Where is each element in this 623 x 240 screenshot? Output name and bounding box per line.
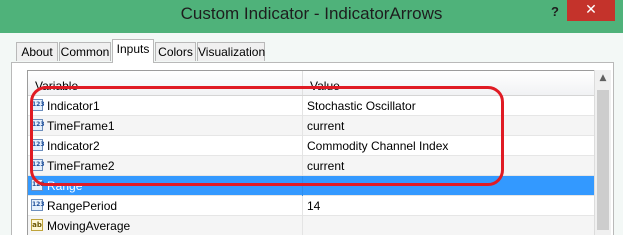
table-row[interactable]: 123 TimeFrame1 current bbox=[28, 116, 594, 136]
numeric-input-icon: 123 bbox=[31, 119, 45, 131]
scroll-up-icon[interactable]: ▲ bbox=[595, 70, 611, 87]
vertical-scrollbar[interactable]: ▲ bbox=[594, 70, 611, 235]
help-button[interactable]: ? bbox=[548, 4, 562, 20]
tab-inputs[interactable]: Inputs bbox=[112, 39, 154, 63]
numeric-input-icon: 123 bbox=[31, 179, 45, 191]
text-input-icon: ab bbox=[31, 219, 43, 231]
cell-divider bbox=[302, 216, 303, 235]
cell-divider bbox=[302, 196, 303, 216]
numeric-input-icon: 123 bbox=[31, 199, 45, 211]
numeric-input-icon: 123 bbox=[31, 99, 45, 111]
grid-header: Variable Value bbox=[28, 71, 594, 96]
tab-colors[interactable]: Colors bbox=[155, 42, 196, 61]
table-row[interactable]: 123 Indicator1 Stochastic Oscillator bbox=[28, 96, 594, 116]
cell-divider bbox=[302, 156, 303, 176]
inputs-grid: Variable Value 123 Indicator1 Stochastic… bbox=[27, 70, 594, 235]
variable-name: TimeFrame1 bbox=[47, 119, 115, 133]
variable-value[interactable]: current bbox=[307, 119, 344, 133]
variable-name: Indicator1 bbox=[47, 99, 100, 113]
table-row[interactable]: 123 TimeFrame2 current bbox=[28, 156, 594, 176]
variable-name: TimeFrame2 bbox=[47, 159, 115, 173]
variable-value[interactable]: Commodity Channel Index bbox=[307, 139, 448, 153]
variable-name: Indicator2 bbox=[47, 139, 100, 153]
window-title: Custom Indicator - IndicatorArrows bbox=[180, 4, 443, 23]
variable-name: RangePeriod bbox=[47, 199, 118, 213]
cell-divider bbox=[302, 136, 303, 156]
title-bar[interactable]: Custom Indicator - IndicatorArrows ? ✕ bbox=[0, 0, 623, 33]
variable-name: MovingAverage bbox=[47, 219, 131, 233]
variable-value[interactable]: current bbox=[307, 159, 344, 173]
tab-about[interactable]: About bbox=[16, 42, 58, 61]
close-button[interactable]: ✕ bbox=[567, 0, 615, 21]
variable-value[interactable]: 14 bbox=[307, 199, 320, 213]
variable-name: Range bbox=[47, 179, 83, 193]
tab-visualization[interactable]: Visualization bbox=[197, 42, 265, 61]
variable-value[interactable]: Stochastic Oscillator bbox=[307, 99, 416, 113]
cell-divider bbox=[302, 96, 303, 116]
table-row[interactable]: 123 RangePeriod 14 bbox=[28, 196, 594, 216]
scroll-thumb[interactable] bbox=[597, 90, 609, 230]
column-header-variable[interactable]: Variable bbox=[35, 79, 78, 93]
cell-divider bbox=[302, 116, 303, 136]
numeric-input-icon: 123 bbox=[31, 159, 45, 171]
cell-divider bbox=[302, 176, 303, 196]
custom-indicator-window: Custom Indicator - IndicatorArrows ? ✕ A… bbox=[0, 0, 623, 235]
column-header-value[interactable]: Value bbox=[310, 79, 340, 93]
numeric-input-icon: 123 bbox=[31, 139, 45, 151]
table-row-selected[interactable]: 123 Range bbox=[28, 176, 594, 196]
column-divider[interactable] bbox=[302, 71, 303, 95]
table-row[interactable]: 123 Indicator2 Commodity Channel Index bbox=[28, 136, 594, 156]
tab-common[interactable]: Common bbox=[59, 42, 111, 61]
table-row[interactable]: ab MovingAverage bbox=[28, 216, 594, 235]
